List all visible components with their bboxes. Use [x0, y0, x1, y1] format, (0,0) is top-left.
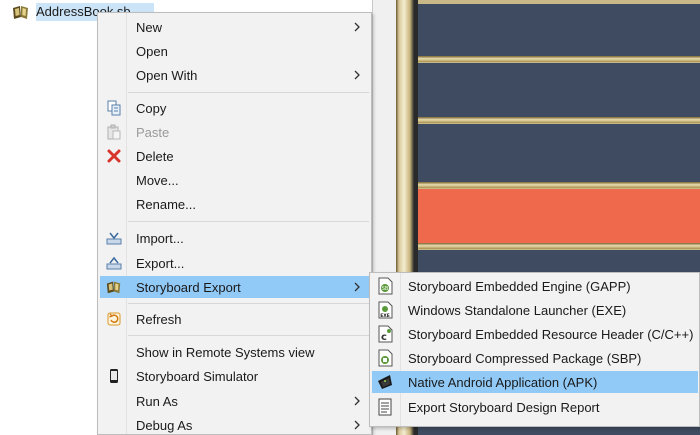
chevron-right-icon	[354, 22, 360, 32]
submenu-item-apk[interactable]: Native Android Application (APK)	[372, 371, 698, 393]
copy-icon	[107, 100, 121, 116]
menu-separator	[128, 221, 369, 222]
chevron-right-icon	[354, 396, 360, 406]
preview-row-band	[418, 63, 700, 117]
menu-item-storyboard-export[interactable]: Storyboard Export	[100, 276, 369, 298]
exe-file-icon: EXE	[378, 301, 393, 319]
submenu-item-gapp[interactable]: SB Storyboard Embedded Engine (GAPP)	[372, 275, 698, 297]
menu-item-open-with[interactable]: Open With	[100, 64, 369, 86]
sbp-file-icon	[378, 349, 393, 367]
context-menu: New Open Open With Copy Paste Delete Mov…	[97, 12, 372, 435]
menu-item-import[interactable]: Import...	[100, 227, 369, 249]
c-header-file-icon: c	[378, 325, 393, 343]
chevron-right-icon	[354, 70, 360, 80]
menu-item-debug-as[interactable]: Debug As	[100, 414, 369, 435]
storyboard-icon	[106, 281, 121, 294]
menu-item-show-remote-systems[interactable]: Show in Remote Systems view	[100, 341, 369, 363]
submenu-item-c-header[interactable]: c Storyboard Embedded Resource Header (C…	[372, 323, 698, 345]
menu-item-storyboard-simulator[interactable]: Storyboard Simulator	[100, 365, 369, 387]
svg-text:EXE: EXE	[380, 313, 390, 319]
simulator-icon	[110, 369, 118, 383]
delete-icon	[107, 149, 121, 163]
refresh-icon	[107, 312, 121, 326]
submenu-item-sbp[interactable]: Storyboard Compressed Package (SBP)	[372, 347, 698, 369]
export-icon	[106, 256, 122, 270]
preview-row-band	[418, 4, 700, 56]
chevron-right-icon	[354, 420, 360, 430]
report-icon	[378, 398, 392, 416]
android-icon	[378, 375, 392, 389]
menu-item-export[interactable]: Export...	[100, 252, 369, 274]
paste-icon	[107, 124, 121, 140]
storyboard-book-icon	[13, 6, 28, 19]
svg-text:SB: SB	[382, 286, 389, 292]
menu-item-open[interactable]: Open	[100, 40, 369, 62]
preview-row-band	[418, 124, 700, 182]
import-icon	[106, 232, 122, 245]
menu-item-delete[interactable]: Delete	[100, 145, 369, 167]
menu-item-refresh[interactable]: Refresh	[100, 308, 369, 330]
menu-item-new[interactable]: New	[100, 16, 369, 38]
menu-item-move[interactable]: Move...	[100, 169, 369, 191]
submenu-item-design-report[interactable]: Export Storyboard Design Report	[372, 396, 698, 418]
submenu-item-exe[interactable]: EXE Windows Standalone Launcher (EXE)	[372, 299, 698, 321]
menu-separator	[128, 335, 369, 336]
gapp-file-icon: SB	[378, 277, 393, 295]
menu-item-paste[interactable]: Paste	[100, 121, 369, 143]
menu-separator	[128, 92, 369, 93]
storyboard-export-submenu: SB Storyboard Embedded Engine (GAPP) EXE…	[369, 272, 700, 427]
chevron-right-icon	[354, 282, 360, 292]
preview-row-band-highlight	[418, 189, 700, 243]
menu-separator	[128, 303, 369, 304]
menu-item-run-as[interactable]: Run As	[100, 390, 369, 412]
svg-text:c: c	[381, 332, 387, 343]
menu-item-rename[interactable]: Rename...	[100, 193, 369, 215]
menu-item-copy[interactable]: Copy	[100, 97, 369, 119]
